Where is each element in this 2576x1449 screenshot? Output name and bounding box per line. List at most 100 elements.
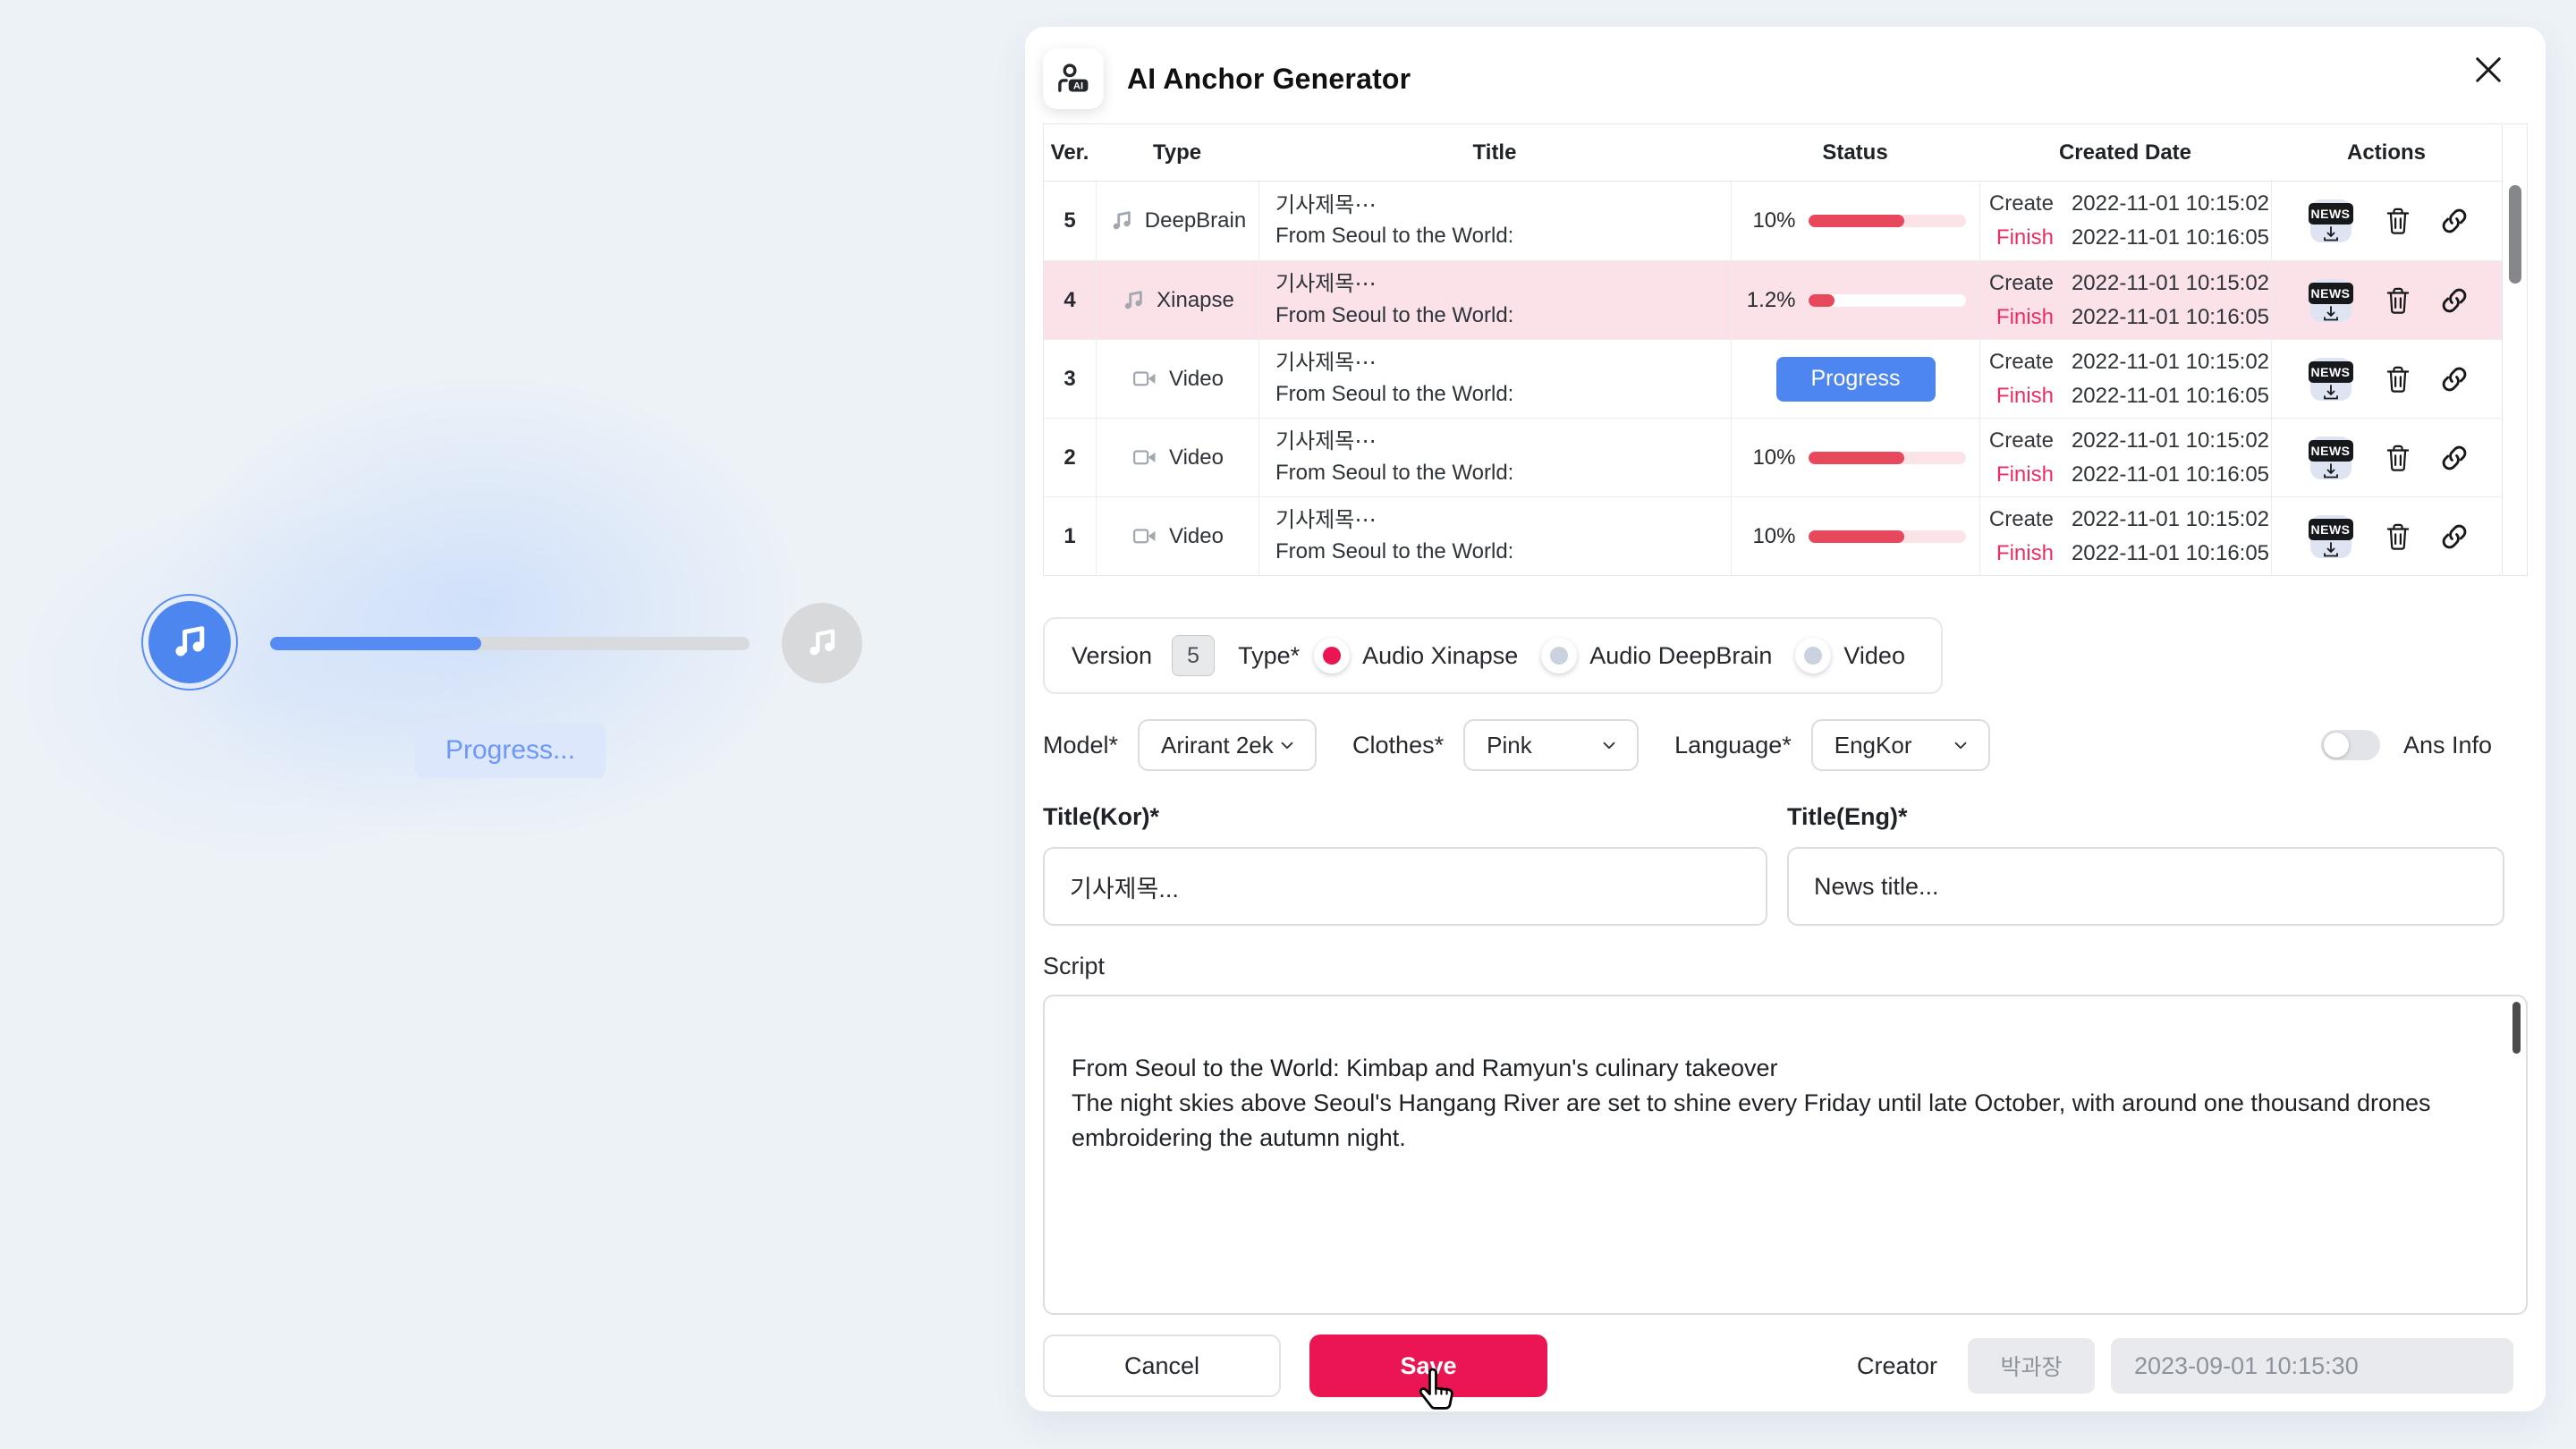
- chevron-down-icon: [1603, 741, 1615, 750]
- table-row[interactable]: 3 Video 기사제목⋯ From Seoul to the World: Pr…: [1044, 339, 2502, 418]
- table-row-selected[interactable]: 4 Xinapse 기사제목⋯ From Seoul to the World: …: [1044, 260, 2502, 339]
- actions-cell: NEWS: [2271, 497, 2502, 575]
- title-cell: 기사제목⋯ From Seoul to the World:: [1258, 182, 1731, 260]
- link-icon[interactable]: [2439, 285, 2470, 316]
- ans-info-toggle[interactable]: [2320, 730, 2380, 760]
- ans-info-group: Ans Info: [2320, 730, 2492, 760]
- radio-audio-deepbrain[interactable]: Audio DeepBrain: [1541, 638, 1772, 674]
- model-select[interactable]: Arirant 2ek: [1138, 719, 1318, 771]
- table-header-row: Ver. Type Title Status Created Date Acti…: [1044, 124, 2502, 182]
- ans-info-label: Ans Info: [2402, 731, 2492, 758]
- link-icon[interactable]: [2439, 364, 2470, 394]
- actions-cell: NEWS: [2271, 419, 2502, 496]
- versions-table: Ver. Type Title Status Created Date Acti…: [1043, 123, 2528, 576]
- type-cell: Video: [1096, 497, 1258, 575]
- ai-anchor-icon: AI: [1043, 48, 1104, 109]
- model-label: Model*: [1043, 731, 1119, 758]
- chevron-down-icon: [1954, 741, 1967, 750]
- radio-icon: [1314, 638, 1351, 674]
- delete-icon[interactable]: [2384, 285, 2412, 316]
- script-textarea[interactable]: From Seoul to the World: Kimbap and Ramy…: [1043, 995, 2528, 1315]
- status-percent: 10%: [1752, 208, 1796, 233]
- status-cell: 10%: [1731, 182, 1979, 260]
- version-number: 1: [1063, 523, 1076, 548]
- table-row[interactable]: 5 DeepBrain 기사제목⋯ From Seoul to the World…: [1044, 182, 2502, 260]
- dialog-title: AI Anchor Generator: [1127, 62, 1411, 95]
- title-cell: 기사제목⋯ From Seoul to the World:: [1258, 340, 1731, 418]
- type-cell: Video: [1096, 419, 1258, 496]
- audio-progress-bar: [270, 637, 750, 650]
- title-inputs-row: [1043, 847, 2528, 926]
- status-percent: 1.2%: [1746, 287, 1796, 312]
- link-icon[interactable]: [2439, 443, 2470, 473]
- type-label: Video: [1169, 366, 1224, 391]
- table-row[interactable]: 1 Video 기사제목⋯ From Seoul to the World: 10…: [1044, 496, 2502, 575]
- radio-video[interactable]: Video: [1795, 638, 1905, 674]
- status-cell: 10%: [1731, 419, 1979, 496]
- dialog-footer: Cancel Save Creator 박과장 2023-09-01 10:15…: [1043, 1335, 2528, 1410]
- language-label: Language*: [1674, 731, 1792, 758]
- version-number: 3: [1063, 366, 1076, 391]
- created-date-cell: Create 2022-11-01 10:15:02 Finish 2022-11-…: [1979, 497, 2271, 575]
- language-select[interactable]: EngKor: [1810, 719, 1990, 771]
- dialog-header: AI AI Anchor Generator: [1043, 27, 2528, 123]
- creator-label: Creator: [1856, 1352, 1937, 1379]
- status-progress-bar: [1808, 530, 1966, 543]
- table-row[interactable]: 2 Video 기사제목⋯ From Seoul to the World: 10…: [1044, 418, 2502, 496]
- creator-value: 박과장: [1968, 1338, 2095, 1394]
- actions-cell: NEWS: [2271, 182, 2502, 260]
- type-label: DeepBrain: [1144, 208, 1247, 233]
- save-button[interactable]: Save: [1309, 1335, 1547, 1397]
- script-scrollbar-thumb[interactable]: [2512, 1002, 2521, 1054]
- clothes-select[interactable]: Pink: [1463, 719, 1640, 771]
- close-icon[interactable]: [2465, 47, 2512, 93]
- type-label: Video: [1169, 523, 1224, 548]
- delete-icon[interactable]: [2384, 443, 2412, 473]
- col-header-actions: Actions: [2346, 140, 2426, 165]
- music-note-icon: [148, 601, 231, 683]
- link-icon[interactable]: [2439, 206, 2470, 236]
- created-date-cell: Create 2022-11-01 10:15:02 Finish 2022-11-…: [1979, 340, 2271, 418]
- download-news-button[interactable]: NEWS: [2305, 510, 2357, 564]
- video-icon: [1133, 528, 1156, 543]
- created-date-cell: Create 2022-11-01 10:15:02 Finish 2022-11-…: [1979, 419, 2271, 496]
- download-news-button[interactable]: NEWS: [2305, 352, 2357, 406]
- title-kor-label: Title(Kor)*: [1043, 803, 1160, 830]
- col-header-created: Created Date: [2058, 140, 2192, 165]
- version-number: 2: [1063, 445, 1076, 470]
- progress-tooltip: Progress...: [415, 723, 606, 778]
- title-kor-input[interactable]: [1043, 847, 1767, 926]
- cancel-button[interactable]: Cancel: [1043, 1335, 1281, 1397]
- link-icon[interactable]: [2439, 521, 2470, 552]
- download-news-button[interactable]: NEWS: [2305, 274, 2357, 327]
- table-scrollbar[interactable]: [2504, 123, 2528, 576]
- type-cell: DeepBrain: [1096, 182, 1258, 260]
- title-eng-label: Title(Eng)*: [1787, 803, 1908, 830]
- delete-icon[interactable]: [2384, 521, 2412, 552]
- version-value: 5: [1172, 635, 1216, 676]
- download-news-button[interactable]: NEWS: [2305, 431, 2357, 485]
- type-cell: Video: [1096, 340, 1258, 418]
- delete-icon[interactable]: [2384, 206, 2412, 236]
- actions-cell: NEWS: [2271, 261, 2502, 339]
- ai-anchor-generator-dialog: AI AI Anchor Generator Ver. Type Title S…: [1025, 27, 2546, 1411]
- status-progress-bar: [1808, 451, 1966, 464]
- radio-audio-xinapse[interactable]: Audio Xinapse: [1314, 638, 1518, 674]
- status-cell: Progress: [1731, 340, 1979, 418]
- title-cell: 기사제목⋯ From Seoul to the World:: [1258, 261, 1731, 339]
- title-eng-input[interactable]: [1787, 847, 2504, 926]
- video-icon: [1133, 449, 1156, 464]
- svg-text:AI: AI: [1073, 81, 1083, 92]
- audio-source-circle: [141, 594, 238, 691]
- music-note-icon-target: [782, 603, 862, 683]
- audio-progress-fill: [270, 637, 481, 650]
- type-label: Xinapse: [1157, 287, 1234, 312]
- download-news-button[interactable]: NEWS: [2305, 194, 2357, 248]
- type-cell: Xinapse: [1096, 261, 1258, 339]
- progress-button[interactable]: Progress: [1775, 356, 1936, 402]
- delete-icon[interactable]: [2384, 364, 2412, 394]
- model-options-row: Model* Arirant 2ek Clothes* Pink Languag…: [1043, 719, 2528, 771]
- music-note-icon: [1124, 290, 1142, 309]
- table-scrollbar-thumb[interactable]: [2509, 185, 2521, 284]
- version-type-box: Version 5 Type* Audio Xinapse Audio Deep…: [1043, 617, 1943, 694]
